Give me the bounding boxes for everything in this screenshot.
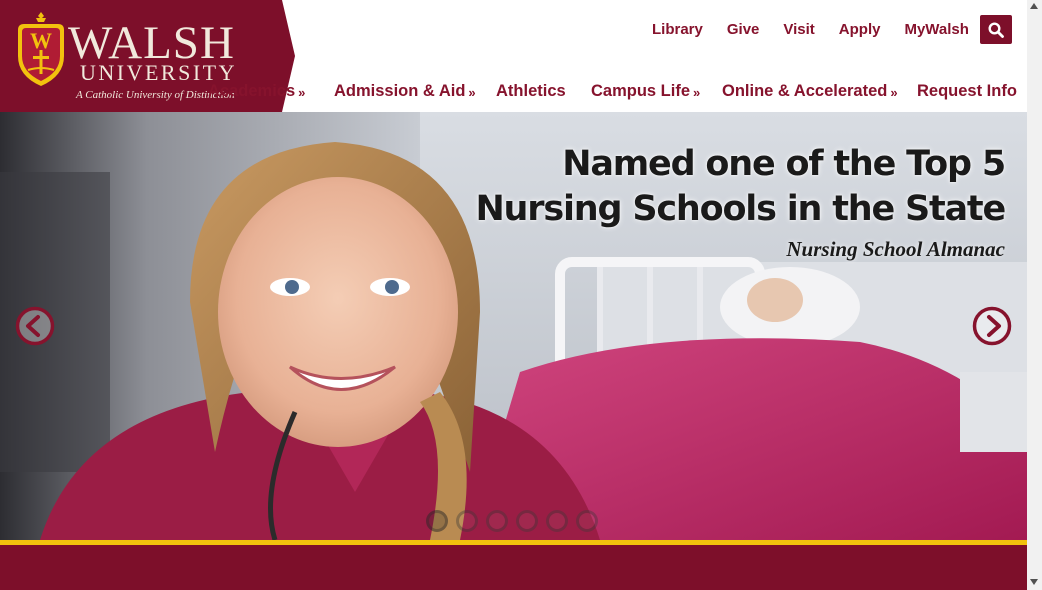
nav-item-academics[interactable]: Academics» [208,79,305,104]
nav-label: Athletics [496,82,566,100]
chevron-left-circle-icon[interactable] [14,305,56,347]
slide-dot[interactable] [576,510,598,532]
submenu-chevron-icon: » [890,85,898,100]
slide-dots [426,510,598,532]
nav-item-athletics[interactable]: Athletics [496,79,566,103]
hero-source: Nursing School Almanac [786,237,1005,261]
nav-item-admission-aid[interactable]: Admission & Aid» [334,79,476,104]
util-link-apply[interactable]: Apply [827,19,893,41]
slide-dot[interactable] [426,510,448,532]
nav-item-online-accelerated[interactable]: Online & Accelerated» [722,79,898,104]
slide-dot[interactable] [456,510,478,532]
submenu-chevron-icon: » [298,85,306,100]
hero-headline: Named one of the Top 5 Nursing Schools i… [475,142,1006,232]
university-crest-icon: W [18,12,64,86]
vertical-scrollbar[interactable] [1027,0,1042,590]
utility-nav: Library Give Visit Apply MyWalsh [640,19,981,41]
scroll-down-arrow-icon[interactable] [1030,579,1038,585]
svg-text:W: W [30,28,52,53]
search-icon [988,22,1004,38]
hero-headline-line1: Named one of the Top 5 [562,144,1006,184]
util-link-give[interactable]: Give [715,19,772,41]
slide-dot[interactable] [516,510,538,532]
chevron-right-circle-icon[interactable] [971,305,1013,347]
nav-item-request-info[interactable]: Request Info [917,79,1017,103]
slide-dot[interactable] [486,510,508,532]
util-link-mywalsh[interactable]: MyWalsh [892,19,980,41]
page: W WALSH UNIVERSITY A Catholic University… [0,0,1027,590]
submenu-chevron-icon: » [468,85,476,100]
nav-label: Request Info [917,82,1017,100]
maroon-band [0,545,1027,590]
nav-label: Campus Life [591,82,691,100]
site-header: W WALSH UNIVERSITY A Catholic University… [0,0,1027,112]
hero-headline-line2: Nursing Schools in the State [475,189,1006,229]
nav-label: Academics [208,82,296,100]
nav-item-campus-life[interactable]: Campus Life» [591,79,700,104]
hero-slider: Named one of the Top 5 Nursing Schools i… [0,112,1027,540]
search-button[interactable] [980,15,1012,44]
util-link-visit[interactable]: Visit [771,19,826,41]
scroll-up-arrow-icon[interactable] [1030,3,1038,9]
submenu-chevron-icon: » [693,85,701,100]
nav-label: Online & Accelerated [722,82,888,100]
util-link-library[interactable]: Library [640,19,715,41]
slide-dot[interactable] [546,510,568,532]
nav-label: Admission & Aid [334,82,466,100]
